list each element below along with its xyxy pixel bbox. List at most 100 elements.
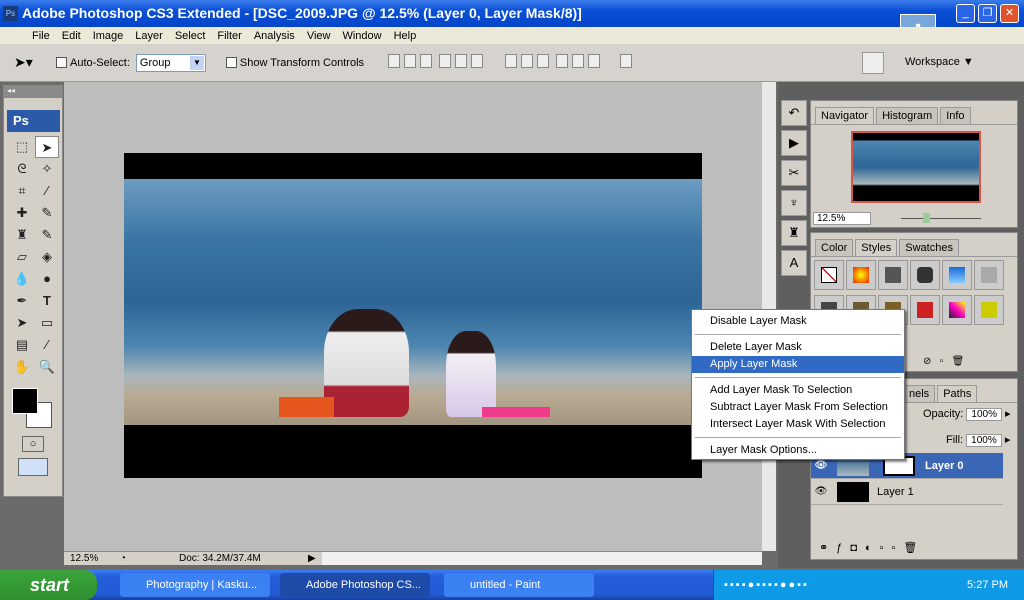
tool-presets-icon[interactable]: ✂ (781, 160, 807, 186)
layer-row[interactable]: 👁 Layer 1 (811, 479, 1003, 505)
style-swatch[interactable] (910, 260, 940, 290)
actions-panel-icon[interactable]: ▶ (781, 130, 807, 156)
menu-window[interactable]: Window (336, 30, 387, 42)
healing-brush-icon[interactable]: ✚ (10, 202, 34, 224)
auto-select-dropdown[interactable]: Group ▼ (135, 53, 206, 72)
navigator-slider-handle[interactable] (923, 213, 930, 223)
brushes-panel-icon[interactable]: ♆ (781, 190, 807, 216)
hand-tool-icon[interactable]: ✋ (10, 356, 34, 378)
marquee-tool-icon[interactable]: ⬚ (10, 136, 34, 158)
tab-navigator[interactable]: Navigator (815, 107, 875, 124)
canvas-horizontal-scrollbar[interactable] (322, 552, 762, 565)
notes-tool-icon[interactable]: ▤ (10, 334, 34, 356)
clone-stamp-icon[interactable]: ♜ (10, 224, 34, 246)
eraser-tool-icon[interactable]: ▱ (10, 246, 34, 268)
align-buttons[interactable] (386, 54, 485, 71)
task-photoshop[interactable]: Adobe Photoshop CS... (280, 573, 430, 597)
pen-tool-icon[interactable]: ✒ (10, 290, 34, 312)
close-button[interactable]: ✕ (1000, 4, 1019, 23)
opacity-arrow[interactable]: ▸ (1005, 408, 1011, 420)
style-swatch[interactable] (910, 295, 940, 325)
navigator-zoom-slider[interactable] (901, 218, 981, 219)
magic-wand-icon[interactable]: ✧ (35, 158, 59, 180)
style-swatch[interactable] (942, 260, 972, 290)
opacity-input[interactable]: 100% (966, 408, 1002, 421)
paint-bucket-icon[interactable]: ◈ (35, 246, 59, 268)
navigator-thumbnail[interactable] (851, 131, 981, 203)
document-photo[interactable] (124, 179, 702, 425)
style-swatch[interactable] (974, 295, 1004, 325)
move-tool-preset-icon[interactable]: ➤▾ (14, 54, 50, 71)
styles-footer-icons[interactable]: ⊘ ▫ 🗑 (923, 356, 964, 367)
menu-help[interactable]: Help (388, 30, 423, 42)
history-panel-icon[interactable]: ↶ (781, 100, 807, 126)
character-panel-icon[interactable]: A (781, 250, 807, 276)
menu-view[interactable]: View (301, 30, 337, 42)
fill-arrow[interactable]: ▸ (1005, 434, 1011, 446)
lasso-tool-icon[interactable]: ᘓ (10, 158, 34, 180)
style-swatch[interactable] (846, 260, 876, 290)
menu-item-disable-layer-mask[interactable]: Disable Layer Mask (692, 313, 904, 330)
menu-analysis[interactable]: Analysis (248, 30, 301, 42)
menu-item-subtract-mask-from-selection[interactable]: Subtract Layer Mask From Selection (692, 399, 904, 416)
brush-tool-icon[interactable]: ✎ (35, 202, 59, 224)
layers-footer-icons[interactable]: ⚭ƒ◘◐▫▫🗑 (819, 541, 925, 554)
tab-color[interactable]: Color (815, 239, 854, 256)
tab-swatches[interactable]: Swatches (899, 239, 959, 256)
tray-icons[interactable]: ▪▪▪▪●▪▪▪▪●●▪▪ (724, 579, 809, 591)
menu-item-apply-layer-mask[interactable]: Apply Layer Mask (692, 356, 904, 373)
start-button[interactable]: start (0, 570, 97, 600)
menu-select[interactable]: Select (169, 30, 212, 42)
menu-filter[interactable]: Filter (211, 30, 247, 42)
screen-mode-icon[interactable] (18, 458, 48, 476)
menu-item-layer-mask-options[interactable]: Layer Mask Options... (692, 442, 904, 459)
quick-mask-icon[interactable]: ○ (22, 436, 44, 452)
menu-file[interactable]: File (26, 30, 56, 42)
history-brush-icon[interactable]: ✎ (35, 224, 59, 246)
auto-align-icon[interactable] (618, 54, 634, 71)
dodge-tool-icon[interactable]: ● (35, 268, 59, 290)
path-selection-icon[interactable]: ➤ (10, 312, 34, 334)
minimize-button[interactable]: _ (956, 4, 975, 23)
distribute-buttons[interactable] (503, 54, 602, 71)
status-zoom[interactable]: 12.5% (70, 552, 98, 565)
menu-item-delete-layer-mask[interactable]: Delete Layer Mask (692, 339, 904, 356)
status-menu-arrow[interactable]: ▶ (308, 552, 316, 565)
style-swatch[interactable] (942, 295, 972, 325)
clock[interactable]: 5:27 PM (967, 570, 1008, 600)
task-paint[interactable]: untitled - Paint (444, 573, 594, 597)
auto-select-checkbox[interactable]: Auto-Select: (56, 57, 130, 69)
tab-histogram[interactable]: Histogram (876, 107, 939, 124)
navigator-zoom-input[interactable]: 12.5% (813, 212, 871, 225)
toolbox-collapse-icon[interactable]: ◂◂ (4, 86, 62, 98)
style-swatch[interactable] (814, 260, 844, 290)
color-swatches[interactable] (4, 384, 62, 434)
tab-paths[interactable]: Paths (937, 385, 978, 402)
foreground-color[interactable] (12, 388, 38, 414)
eye-icon[interactable]: 👁 (811, 486, 831, 497)
tab-channels[interactable]: nels (903, 385, 936, 402)
move-tool-icon[interactable]: ➤ (35, 136, 59, 158)
restore-button[interactable]: ❐ (978, 4, 997, 23)
clone-source-icon[interactable]: ♜ (781, 220, 807, 246)
menu-item-intersect-mask-with-selection[interactable]: Intersect Layer Mask With Selection (692, 416, 904, 433)
status-info-icon[interactable]: ◔ (120, 552, 126, 565)
bridge-icon[interactable] (862, 52, 884, 74)
style-swatch[interactable] (878, 260, 908, 290)
shape-tool-icon[interactable]: ▭ (35, 312, 59, 334)
menu-image[interactable]: Image (87, 30, 130, 42)
fill-input[interactable]: 100% (966, 434, 1002, 447)
eyedropper-tool-icon[interactable]: ⁄ (35, 180, 59, 202)
menu-layer[interactable]: Layer (129, 30, 169, 42)
tab-styles[interactable]: Styles (855, 239, 898, 256)
type-tool-icon[interactable]: T (35, 290, 59, 312)
show-transform-checkbox[interactable]: Show Transform Controls (225, 57, 364, 69)
style-swatch[interactable] (974, 260, 1004, 290)
crop-tool-icon[interactable]: ⌗ (10, 180, 34, 202)
zoom-tool-icon[interactable]: 🔍 (35, 356, 59, 378)
blur-tool-icon[interactable]: 💧 (10, 268, 34, 290)
menu-item-add-mask-to-selection[interactable]: Add Layer Mask To Selection (692, 382, 904, 399)
eyedropper-icon[interactable]: ⁄ (35, 334, 59, 356)
tab-info[interactable]: Info (940, 107, 971, 124)
eye-icon[interactable]: 👁 (811, 460, 831, 471)
